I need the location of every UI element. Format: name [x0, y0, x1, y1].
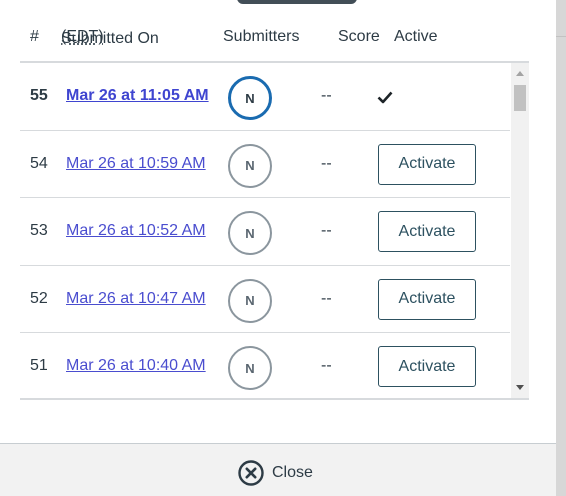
- table-row: 51 Mar 26 at 10:40 AM N -- Activate: [20, 333, 510, 398]
- submission-number: 54: [30, 154, 48, 172]
- header-number: #: [30, 28, 39, 45]
- submitter-initial: N: [245, 90, 255, 106]
- header-submitters: Submitters: [223, 28, 300, 45]
- header-active: Active: [394, 28, 438, 45]
- submission-number: 52: [30, 289, 48, 307]
- header-score: Score: [338, 28, 380, 45]
- dialog-title-fragment: [237, 0, 357, 4]
- submission-score: --: [321, 222, 332, 239]
- submission-score: --: [321, 289, 332, 307]
- table-row: 55 Mar 26 at 11:05 AM N --: [20, 63, 510, 131]
- table-body: 55 Mar 26 at 11:05 AM N -- 54 Mar 26 at …: [20, 63, 510, 398]
- submitter-avatar: N: [228, 211, 272, 255]
- activate-button[interactable]: Activate: [378, 211, 476, 252]
- table-row: 52 Mar 26 at 10:47 AM N -- Activate: [20, 266, 510, 333]
- table-row: 53 Mar 26 at 10:52 AM N -- Activate: [20, 198, 510, 266]
- submission-date-link[interactable]: Mar 26 at 11:05 AM: [66, 87, 209, 105]
- submissions-dialog: # Submitted On (EDT) Submitters Score Ac…: [0, 0, 566, 496]
- header-submitted-on-label: Submitted On: [61, 30, 159, 47]
- submission-date-link[interactable]: Mar 26 at 10:59 AM: [66, 155, 206, 173]
- activate-button[interactable]: Activate: [378, 346, 476, 387]
- submission-number: 53: [30, 222, 48, 239]
- page-background-edge: [556, 0, 566, 496]
- activate-button[interactable]: Activate: [378, 143, 476, 185]
- scroll-down-arrow-icon[interactable]: [511, 380, 529, 396]
- scroll-up-arrow-icon[interactable]: [511, 65, 529, 81]
- submission-score: --: [321, 154, 332, 172]
- checkmark-icon: [377, 91, 393, 104]
- header-submitted-on: Submitted On (EDT): [61, 28, 159, 47]
- submitter-initial: N: [245, 360, 255, 376]
- submitter-avatar: N: [228, 143, 272, 188]
- submissions-table[interactable]: 55 Mar 26 at 11:05 AM N -- 54 Mar 26 at …: [20, 61, 529, 400]
- submitter-initial: N: [245, 293, 255, 308]
- table-header: # Submitted On (EDT) Submitters Score Ac…: [20, 26, 528, 52]
- submission-date-link[interactable]: Mar 26 at 10:52 AM: [66, 222, 206, 240]
- close-button-label: Close: [272, 464, 313, 481]
- vertical-scrollbar[interactable]: [511, 63, 529, 398]
- activate-button[interactable]: Activate: [378, 278, 476, 320]
- submitter-avatar: N: [228, 278, 272, 323]
- submission-date-link[interactable]: Mar 26 at 10:47 AM: [66, 290, 206, 308]
- dialog-footer: Close: [0, 443, 556, 496]
- scrollbar-thumb[interactable]: [514, 85, 526, 111]
- submission-number: 55: [30, 87, 48, 104]
- submitter-initial: N: [245, 225, 255, 241]
- close-button[interactable]: Close: [237, 459, 313, 487]
- submitter-initial: N: [245, 158, 255, 173]
- submission-score: --: [321, 357, 332, 374]
- submitter-avatar: N: [228, 76, 272, 120]
- submission-date-link[interactable]: Mar 26 at 10:40 AM: [66, 357, 206, 375]
- submission-score: --: [321, 87, 332, 104]
- submission-number: 51: [30, 357, 48, 374]
- table-row: 54 Mar 26 at 10:59 AM N -- Activate: [20, 131, 510, 198]
- submitter-avatar: N: [228, 346, 272, 390]
- close-circle-icon: [238, 460, 264, 486]
